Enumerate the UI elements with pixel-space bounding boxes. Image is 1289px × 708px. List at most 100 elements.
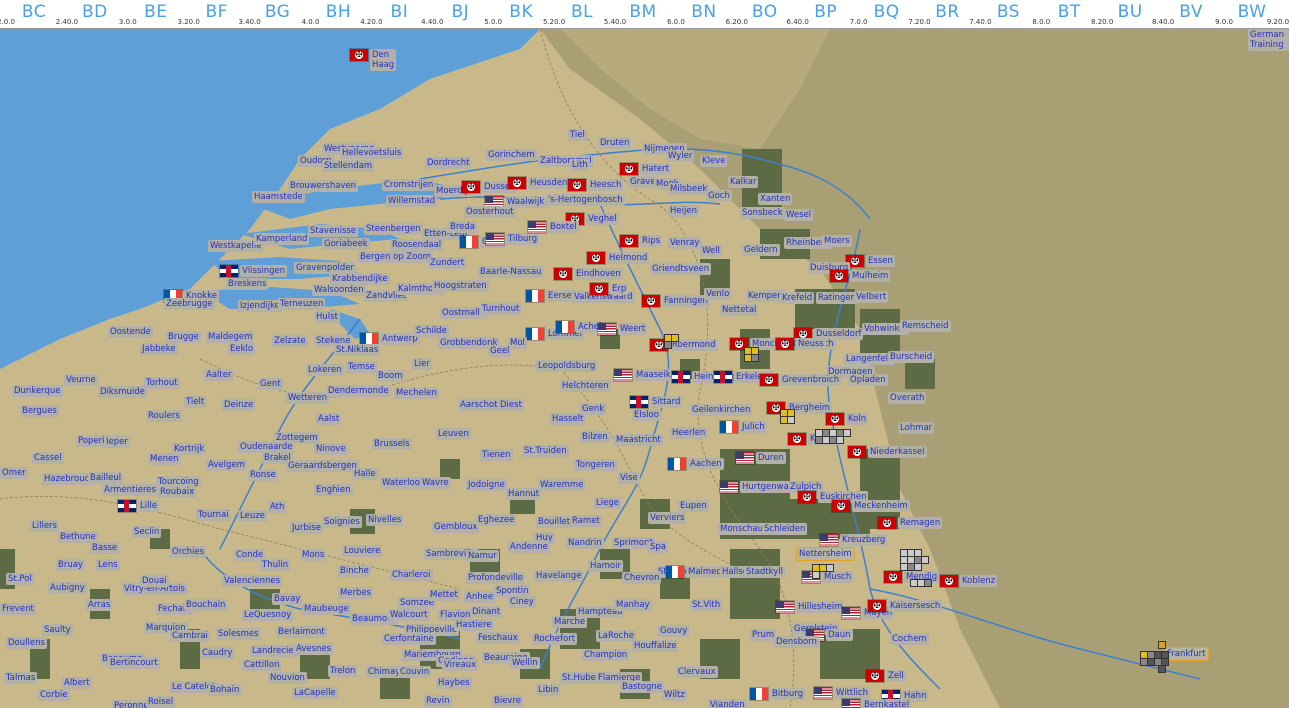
- city-label[interactable]: Armentieres: [102, 484, 158, 496]
- city-label[interactable]: Gent: [258, 378, 283, 390]
- city-label[interactable]: Heusden: [528, 177, 570, 189]
- city-label[interactable]: Opladen: [848, 374, 888, 386]
- city-label[interactable]: Stavenisse: [308, 225, 359, 237]
- french-unit-flag-icon[interactable]: [526, 328, 544, 340]
- city-label[interactable]: Izjendijke: [238, 300, 282, 312]
- city-label[interactable]: Nouvion: [268, 672, 307, 684]
- german-unit-flag-icon[interactable]: [868, 600, 886, 612]
- city-label[interactable]: Hastiere: [454, 619, 494, 631]
- city-label[interactable]: Havelange: [534, 570, 584, 582]
- city-label[interactable]: Frevent: [0, 603, 36, 615]
- city-label[interactable]: Vireaux: [442, 659, 479, 671]
- us-unit-flag-icon[interactable]: [842, 699, 860, 708]
- city-label[interactable]: Bouchain: [184, 599, 228, 611]
- city-label[interactable]: Griendtsveen: [650, 263, 712, 275]
- city-label[interactable]: Willemstad: [386, 195, 438, 207]
- city-label[interactable]: Bouillet: [536, 516, 573, 528]
- city-label[interactable]: St.Pol: [6, 573, 34, 585]
- city-label[interactable]: Hasselt: [550, 413, 586, 425]
- city-label[interactable]: Helchteren: [560, 380, 611, 392]
- city-label[interactable]: Kaisersesch: [888, 600, 943, 612]
- city-label[interactable]: Eupen: [678, 500, 709, 512]
- city-label[interactable]: Talmas: [4, 672, 38, 684]
- british-unit-flag-icon[interactable]: [672, 371, 690, 383]
- city-label[interactable]: Walsoorden: [312, 284, 366, 296]
- city-label[interactable]: Bitburg: [770, 688, 806, 700]
- unit-counter-icon[interactable]: [914, 563, 922, 571]
- city-label[interactable]: Velbert: [854, 291, 889, 303]
- city-label[interactable]: Arras: [86, 599, 113, 611]
- city-label[interactable]: Bilzen: [580, 431, 610, 443]
- city-label[interactable]: Brugge: [166, 331, 201, 343]
- city-label[interactable]: Wetteren: [286, 392, 329, 404]
- city-label[interactable]: Diksmuide: [98, 386, 147, 398]
- city-label[interactable]: Musch: [822, 571, 854, 583]
- city-label[interactable]: Maaseik: [634, 369, 673, 381]
- city-label[interactable]: LaCapelle: [292, 687, 338, 699]
- city-label[interactable]: Douai: [140, 575, 169, 587]
- city-label[interactable]: Wyler: [666, 150, 695, 162]
- city-label[interactable]: Tongeren: [574, 459, 617, 471]
- german-unit-flag-icon[interactable]: [776, 338, 794, 350]
- city-label[interactable]: Krefeld: [780, 292, 815, 304]
- city-label[interactable]: Steenbergen: [364, 223, 423, 235]
- city-label[interactable]: St.Vith: [690, 599, 723, 611]
- city-label[interactable]: Orchies: [170, 546, 207, 558]
- unit-counter-icon[interactable]: [843, 429, 851, 437]
- city-label[interactable]: Leuze: [238, 510, 267, 522]
- city-label[interactable]: Koblenz: [960, 575, 998, 587]
- french-unit-flag-icon[interactable]: [668, 458, 686, 470]
- city-label[interactable]: Hatert: [640, 163, 671, 175]
- unit-counter-icon[interactable]: [1158, 641, 1166, 649]
- city-label[interactable]: Mettet: [428, 589, 460, 601]
- us-unit-flag-icon[interactable]: [814, 687, 832, 699]
- city-label[interactable]: Aachen: [688, 458, 724, 470]
- city-label[interactable]: Feschaux: [476, 632, 520, 644]
- city-label[interactable]: Hamoir: [588, 560, 623, 572]
- german-unit-flag-icon[interactable]: [798, 491, 816, 503]
- german-unit-flag-icon[interactable]: [554, 268, 572, 280]
- german-unit-flag-icon[interactable]: [884, 571, 902, 583]
- city-label[interactable]: Seclin: [132, 526, 162, 538]
- city-label[interactable]: Gorinchem: [486, 149, 537, 161]
- city-label[interactable]: Ratingen: [816, 292, 859, 304]
- city-label[interactable]: Eghezee: [476, 514, 517, 526]
- city-label[interactable]: Genk: [580, 403, 607, 415]
- french-unit-flag-icon[interactable]: [666, 566, 684, 578]
- city-label[interactable]: Jabbeke: [140, 343, 178, 355]
- us-unit-flag-icon[interactable]: [842, 607, 860, 619]
- city-label[interactable]: Sittard: [650, 396, 683, 408]
- city-label[interactable]: Wesel: [784, 209, 814, 221]
- city-label[interactable]: Nivelles: [366, 514, 404, 526]
- unit-counter-icon[interactable]: [921, 556, 929, 564]
- city-label[interactable]: Halle: [352, 468, 378, 480]
- city-label[interactable]: Bruay: [56, 559, 85, 571]
- city-label[interactable]: Houffalize: [632, 640, 679, 652]
- city-label[interactable]: Haybes: [436, 677, 472, 689]
- city-label[interactable]: Tielt: [184, 396, 207, 408]
- city-label[interactable]: Dunkerque: [12, 385, 63, 397]
- german-unit-flag-icon[interactable]: [760, 374, 778, 386]
- city-label[interactable]: Profondeville: [466, 572, 526, 584]
- city-label[interactable]: Bohain: [208, 684, 242, 696]
- city-label[interactable]: Ninove: [314, 443, 348, 455]
- city-label[interactable]: Lillers: [30, 520, 59, 532]
- city-label[interactable]: Hellevoetsluis: [340, 147, 404, 159]
- city-label[interactable]: Enghien: [314, 484, 353, 496]
- city-label[interactable]: Kleve: [700, 155, 728, 167]
- unit-counter-icon[interactable]: [664, 341, 672, 349]
- city-label[interactable]: Helmond: [607, 252, 650, 264]
- city-label[interactable]: Kortrijk: [172, 443, 207, 455]
- german-unit-flag-icon[interactable]: [568, 179, 586, 191]
- city-label[interactable]: Diest: [498, 399, 524, 411]
- city-label[interactable]: Vianden: [708, 699, 747, 708]
- city-label[interactable]: Jurbise: [290, 522, 323, 534]
- city-label[interactable]: Den Haag: [370, 49, 396, 71]
- city-label[interactable]: Charleroi: [390, 569, 433, 581]
- french-unit-flag-icon[interactable]: [526, 290, 544, 302]
- city-label[interactable]: Heerlen: [670, 427, 708, 439]
- city-label[interactable]: Rips: [640, 235, 663, 247]
- city-label[interactable]: Hoogstraten: [432, 280, 489, 292]
- german-unit-flag-icon[interactable]: [830, 270, 848, 282]
- city-label[interactable]: Roosendaal: [390, 239, 444, 251]
